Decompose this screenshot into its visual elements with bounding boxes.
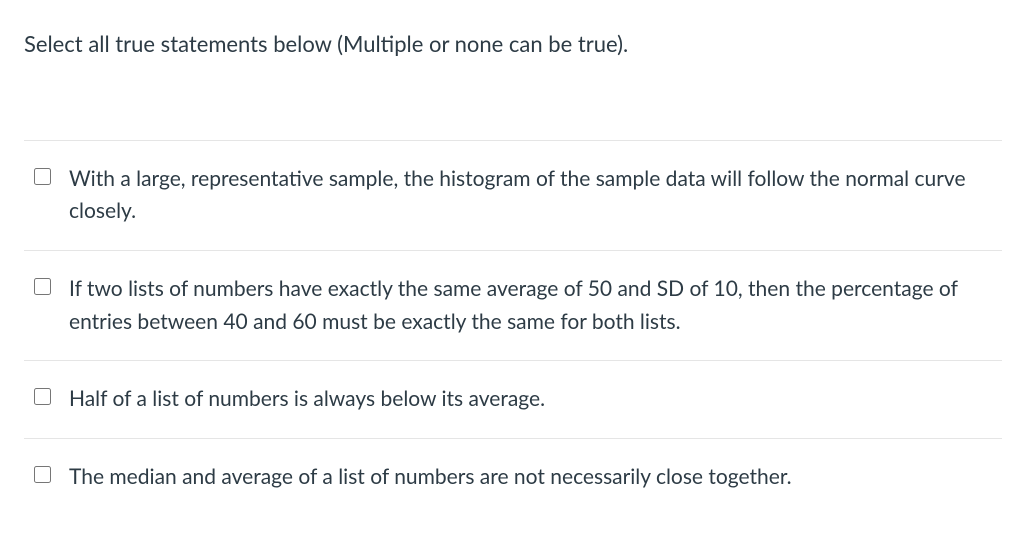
option-label[interactable]: If two lists of numbers have exactly the… [69,273,996,338]
question-prompt: Select all true statements below (Multip… [24,28,1002,60]
option-label[interactable]: With a large, representative sample, the… [69,163,996,228]
option-label[interactable]: The median and average of a list of numb… [69,461,792,494]
option-label[interactable]: Half of a list of numbers is always belo… [69,383,545,416]
option-checkbox-2[interactable] [34,388,51,405]
option-row: Half of a list of numbers is always belo… [24,361,1002,439]
checkbox-wrap [30,163,69,189]
checkbox-wrap [30,383,69,409]
checkbox-wrap [30,273,69,299]
options-list: With a large, representative sample, the… [24,140,1002,515]
option-checkbox-3[interactable] [34,466,51,483]
option-checkbox-0[interactable] [34,168,51,185]
option-row: If two lists of numbers have exactly the… [24,251,1002,361]
option-checkbox-1[interactable] [34,278,51,295]
checkbox-wrap [30,461,69,487]
option-row: The median and average of a list of numb… [24,439,1002,516]
option-row: With a large, representative sample, the… [24,141,1002,251]
